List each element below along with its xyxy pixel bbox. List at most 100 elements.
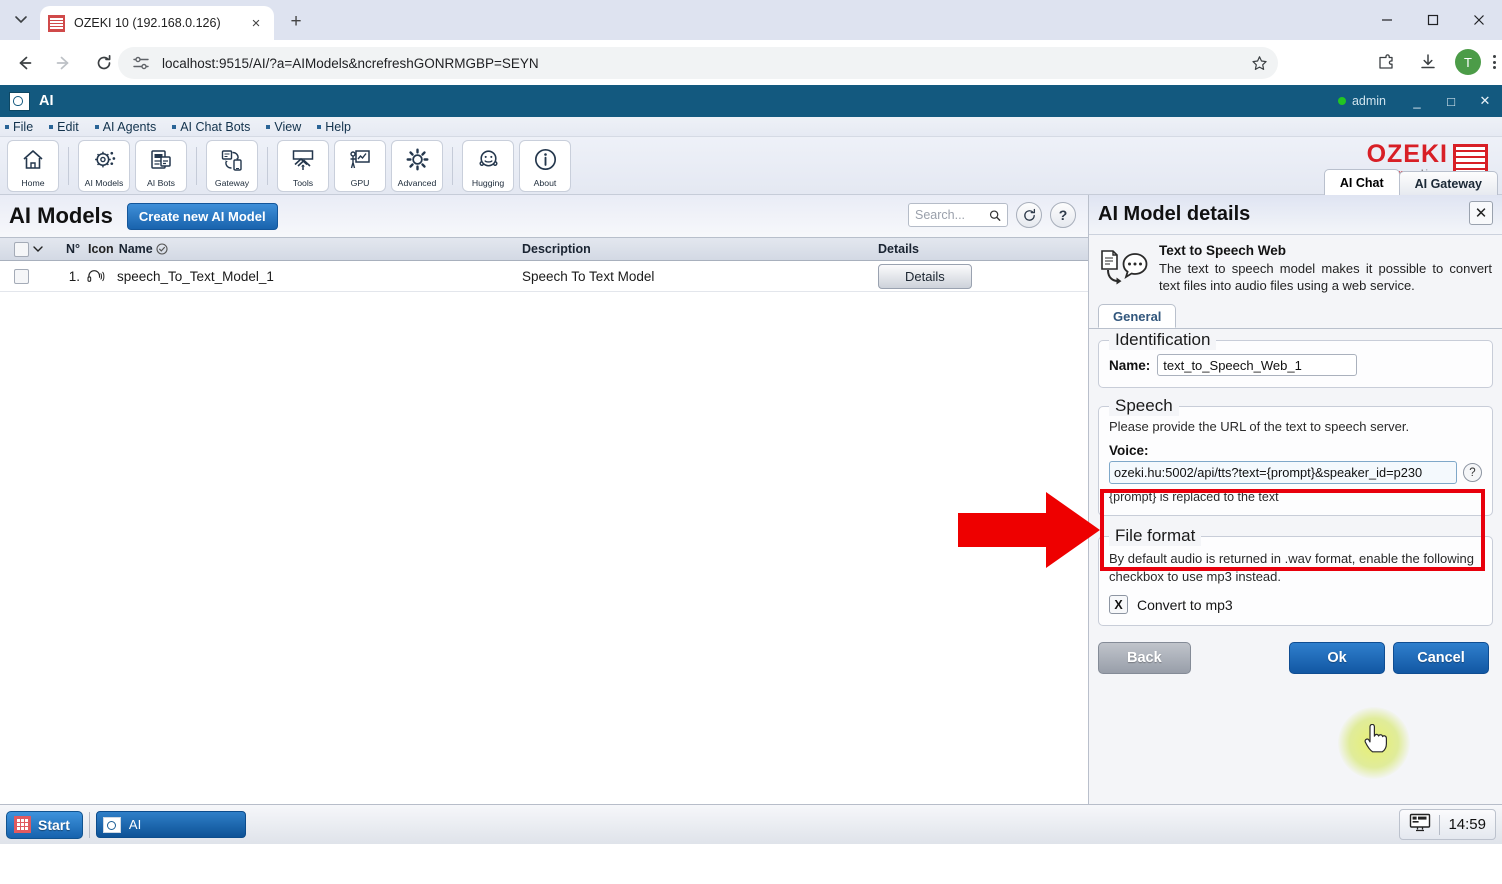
reload-icon[interactable] xyxy=(88,47,120,79)
voice-input[interactable] xyxy=(1109,461,1457,484)
tab-general[interactable]: General xyxy=(1098,304,1177,328)
status-dot xyxy=(1337,97,1346,105)
details-panel-title: AI Model details xyxy=(1098,203,1251,225)
menu-ai-agents[interactable]: AI Agents xyxy=(95,120,157,134)
ozeki-grid-icon xyxy=(48,14,65,32)
menu-edit[interactable]: Edit xyxy=(49,120,79,134)
clock: 14:59 xyxy=(1448,816,1486,833)
toolbar-label: Hugging xyxy=(471,177,505,188)
select-all-cell xyxy=(0,241,48,257)
convert-mp3-checkbox[interactable]: X xyxy=(1109,595,1128,614)
close-icon[interactable]: × xyxy=(246,13,266,33)
toolbar-label: Gateway xyxy=(214,177,250,188)
toolbar-separator xyxy=(267,146,268,185)
taskbar-item-ai[interactable]: AI xyxy=(95,811,246,838)
taskbar-item-label: AI xyxy=(128,817,142,832)
back-icon[interactable] xyxy=(8,47,40,79)
site-settings-icon[interactable] xyxy=(132,54,150,72)
forward-icon[interactable] xyxy=(48,47,80,79)
profile-avatar[interactable]: T xyxy=(1455,49,1481,75)
column-header-num: N° xyxy=(65,242,80,256)
toolbar-button-gateway[interactable]: Gateway xyxy=(206,139,258,192)
menu-help[interactable]: Help xyxy=(317,120,351,134)
refresh-icon[interactable] xyxy=(1016,202,1042,228)
row-model-name: speech_To_Text_Model_1 xyxy=(117,268,274,284)
speech-legend: Speech xyxy=(1109,396,1179,416)
document-to-speech-icon xyxy=(1097,243,1151,294)
display-icon[interactable] xyxy=(1409,813,1431,837)
menu-ai-chat-bots[interactable]: AI Chat Bots xyxy=(172,120,250,134)
toolbar-button-tools[interactable]: Tools xyxy=(277,139,329,192)
tab-ai-gateway[interactable]: AI Gateway xyxy=(1398,171,1498,195)
cancel-button[interactable]: Cancel xyxy=(1393,642,1489,674)
toolbar-separator xyxy=(196,146,197,185)
create-new-ai-model-button[interactable]: Create new AI Model xyxy=(126,202,278,230)
tools-icon xyxy=(291,141,315,179)
app-icon xyxy=(102,816,121,833)
column-header-name[interactable]: Name xyxy=(114,242,522,256)
chrome-menu-icon[interactable] xyxy=(1493,55,1496,69)
toolbar-button-advanced[interactable]: Advanced xyxy=(391,139,443,192)
row-checkbox[interactable] xyxy=(14,268,29,284)
app-maximize-icon[interactable]: □ xyxy=(1434,85,1468,117)
browser-window-controls xyxy=(1364,0,1502,40)
app-icon xyxy=(9,91,30,111)
toolbar-button-gpu[interactable]: GPU xyxy=(334,139,386,192)
address-bar[interactable]: localhost:9515/AI/?a=AIModels&ncrefreshG… xyxy=(118,47,1278,79)
tab-search-chevron-down-icon[interactable] xyxy=(6,4,36,34)
toolbar-button-ai-models[interactable]: AI Models xyxy=(78,139,130,192)
downloads-icon[interactable] xyxy=(1413,47,1443,77)
voice-label: Voice: xyxy=(1109,443,1149,458)
help-icon[interactable]: ? xyxy=(1050,202,1076,228)
toolbar-group-extras: Hugging About xyxy=(462,139,571,192)
new-tab-button[interactable]: + xyxy=(282,8,310,36)
toolbar-label: AI Bots xyxy=(146,177,175,188)
convert-mp3-row: X Convert to mp3 xyxy=(1109,595,1482,614)
name-input[interactable] xyxy=(1157,354,1358,376)
back-button[interactable]: Back xyxy=(1098,642,1191,674)
toolbar-button-hugging[interactable]: Hugging xyxy=(462,139,514,192)
maximize-icon[interactable] xyxy=(1410,0,1456,40)
select-all-checkbox[interactable] xyxy=(14,241,29,257)
app-close-icon[interactable]: ✕ xyxy=(1468,85,1502,117)
column-header-icon: Icon xyxy=(88,242,114,256)
name-row: Name: xyxy=(1109,354,1482,376)
taskbar-divider xyxy=(88,811,90,838)
browser-tab-title: OZEKI 10 (192.168.0.126) xyxy=(74,16,221,30)
search-input[interactable] xyxy=(915,208,989,222)
bookmark-star-icon[interactable] xyxy=(1248,52,1270,74)
search-box[interactable] xyxy=(908,203,1008,227)
file-format-fieldset: File format By default audio is returned… xyxy=(1098,526,1493,626)
start-button[interactable]: Start xyxy=(6,810,83,839)
mouse-cursor-pointer xyxy=(1364,724,1387,753)
browser-tabstrip: OZEKI 10 (192.168.0.126) × + xyxy=(0,0,1502,40)
minimize-icon[interactable] xyxy=(1364,0,1410,40)
row-description: Speech To Text Model xyxy=(522,268,655,284)
menu-view[interactable]: View xyxy=(266,120,301,134)
app-title: AI xyxy=(39,93,54,109)
column-header-details: Details xyxy=(878,242,919,256)
voice-help-icon[interactable]: ? xyxy=(1463,463,1482,482)
identification-legend: Identification xyxy=(1109,330,1217,350)
app-minimize-icon[interactable]: _ xyxy=(1400,85,1434,117)
sort-check-icon xyxy=(156,243,168,255)
close-icon[interactable]: ✕ xyxy=(1469,201,1493,225)
voice-sub-hint: {prompt} is replaced to the text xyxy=(1109,490,1279,504)
menu-file[interactable]: File xyxy=(5,120,33,134)
toolbar-button-ai-bots[interactable]: AI Bots xyxy=(135,139,187,192)
details-button[interactable]: Details xyxy=(878,263,972,289)
table-row[interactable]: 1. speech_To_Text_Model_1 Speech To Text… xyxy=(0,261,1088,292)
home-icon xyxy=(21,141,45,179)
tab-ai-chat[interactable]: AI Chat xyxy=(1323,169,1400,195)
ok-button[interactable]: Ok xyxy=(1289,642,1385,674)
close-window-icon[interactable] xyxy=(1456,0,1502,40)
toolbar-button-home[interactable]: Home xyxy=(7,139,59,192)
toolbar-label: AI Models xyxy=(84,177,124,188)
extensions-icon[interactable] xyxy=(1371,47,1401,77)
toolbar-label: Advanced xyxy=(397,177,437,188)
start-icon xyxy=(14,816,31,833)
toolbar-button-about[interactable]: About xyxy=(519,139,571,192)
browser-tab[interactable]: OZEKI 10 (192.168.0.126) × xyxy=(40,6,274,40)
toolbar-separator xyxy=(452,146,453,185)
app-titlebar: AI admin _ □ ✕ xyxy=(0,85,1502,117)
